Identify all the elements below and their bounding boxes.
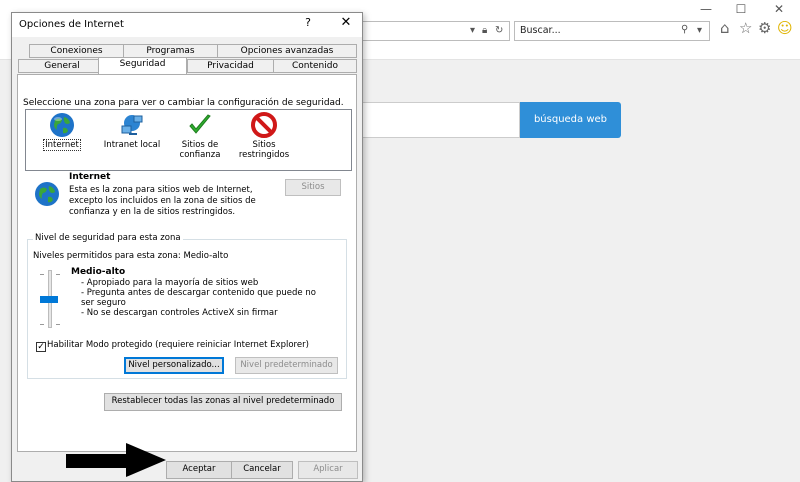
zone-confianza-label: Sitios de confianza [179,140,221,160]
security-level-group: Nivel de seguridad para esta zona Nivele… [27,233,347,379]
annotation-arrow-shaft [66,454,128,468]
allowed-levels-text: Niveles permitidos para esta zona: Medio… [33,251,229,261]
zone-intranet-local[interactable]: Intranet local [100,112,164,168]
dialog-close-button[interactable]: ✕ [336,15,356,30]
web-search-button[interactable]: búsqueda web [520,102,621,138]
zone-restringidos-label: Sitios restringidos [238,140,290,160]
slider-tick [56,324,60,325]
home-icon[interactable]: ⌂ [720,19,730,37]
internet-options-dialog: Opciones de Internet ? ✕ Conexiones Prog… [11,12,363,482]
no-entry-icon [251,112,277,138]
slider-tick [56,274,60,275]
annotation-arrow-head [126,443,166,477]
zone-desc-title: Internet [69,172,111,182]
zone-intranet-label: Intranet local [103,140,161,150]
security-tab-panel: Seleccione una zona para ver o cambiar l… [17,74,357,452]
level-name: Medio-alto [71,267,126,277]
lock-icon: 🔒︎ [482,25,488,36]
level-desc-line: - Pregunta antes de descargar contenido … [81,288,316,308]
zone-sitios-confianza[interactable]: Sitios de confianza [168,112,232,168]
zone-list: Internet Intranet local Sitios de confia… [25,109,352,171]
ok-button[interactable]: Aceptar [166,461,232,479]
dialog-title-bar[interactable]: Opciones de Internet ? ✕ [12,13,362,37]
security-group-title: Nivel de seguridad para esta zona [33,233,183,243]
zone-internet[interactable]: Internet [30,112,94,168]
level-description: - Apropiado para la mayoría de sitios we… [81,278,326,318]
reset-all-zones-button[interactable]: Restablecer todas las zonas al nivel pre… [104,393,342,411]
globe-icon [50,113,74,137]
cancel-button[interactable]: Cancelar [231,461,293,479]
apply-button[interactable]: Aplicar [298,461,358,479]
tab-conexiones[interactable]: Conexiones [29,44,124,58]
tab-opciones-avanzadas[interactable]: Opciones avanzadas [217,44,357,58]
zone-internet-label: Internet [43,139,81,151]
tab-contenido[interactable]: Contenido [273,59,357,73]
checkmark-icon [189,114,211,134]
checkbox-box[interactable]: ✓ [36,342,46,352]
level-desc-line: - Apropiado para la mayoría de sitios we… [81,278,259,288]
dropdown-icon[interactable]: ▾ [470,25,475,36]
help-button[interactable]: ? [300,16,316,29]
gear-icon[interactable]: ⚙ [758,19,771,37]
tab-seguridad[interactable]: Seguridad [98,57,187,74]
slider-tick [40,274,44,275]
custom-level-button[interactable]: Nivel personalizado... [124,357,224,374]
minimize-button[interactable]: — [696,2,716,16]
sites-button[interactable]: Sitios [285,179,341,196]
page-search-field[interactable] [362,102,520,138]
network-icon [121,115,143,135]
maximize-button[interactable]: ☐ [731,2,751,16]
zone-sitios-restringidos[interactable]: Sitios restringidos [232,112,296,168]
address-bar[interactable]: ▾ 🔒︎ ↻ [362,21,510,41]
slider-tick [40,324,44,325]
slider-thumb[interactable] [40,296,58,303]
search-placeholder: Buscar... [520,25,561,36]
default-level-button[interactable]: Nivel predeterminado [235,357,338,374]
favorites-star-icon[interactable]: ☆ [739,19,752,37]
tab-programas[interactable]: Programas [123,44,218,58]
tab-general[interactable]: General [18,59,106,73]
window-close-button[interactable]: ✕ [769,2,789,16]
zone-instruction: Seleccione una zona para ver o cambiar l… [23,98,344,108]
tab-privacidad[interactable]: Privacidad [187,59,274,73]
protected-mode-checkbox[interactable]: ✓ Habilitar Modo protegido (requiere rein… [36,340,309,352]
protected-mode-label: Habilitar Modo protegido (requiere reini… [47,340,309,350]
globe-icon [35,182,59,206]
dialog-title: Opciones de Internet [19,19,124,30]
zone-desc-text: Esta es la zona para sitios web de Inter… [69,185,256,217]
refresh-icon[interactable]: ↻ [495,25,503,36]
search-input[interactable]: Buscar... ⚲ ▾ [514,21,710,41]
smiley-feedback-icon[interactable]: ☺ [777,19,793,37]
level-desc-line: - No se descargan controles ActiveX sin … [81,308,278,318]
search-icon[interactable]: ⚲ [681,24,688,35]
search-dropdown-icon[interactable]: ▾ [697,25,702,36]
